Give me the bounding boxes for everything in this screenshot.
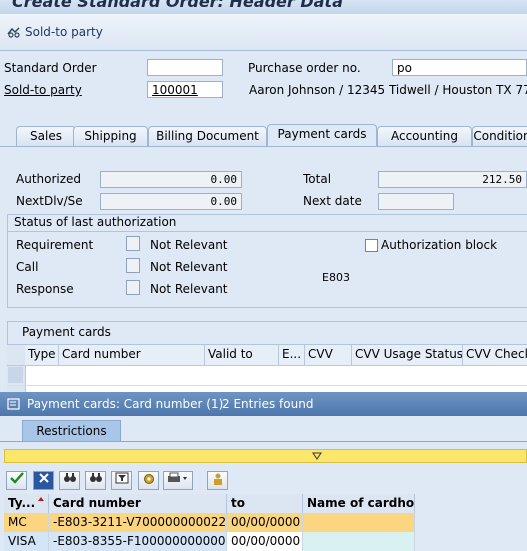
binoculars-icon <box>63 473 76 482</box>
response-indicator <box>126 280 140 295</box>
column-header-cvv-usage-status[interactable]: CVV Usage Status <box>352 345 463 365</box>
response-status: Not Relevant <box>150 282 228 296</box>
next-delivery-field: 0.00 <box>100 193 242 210</box>
find-button[interactable] <box>59 471 80 490</box>
sort-ascending-icon <box>38 497 44 501</box>
requirement-indicator <box>126 236 140 251</box>
authorization-block-checkbox[interactable]: Authorization block <box>365 238 497 252</box>
print-button[interactable] <box>163 471 193 490</box>
partner-icon <box>7 27 20 38</box>
checkmark-icon <box>9 472 24 484</box>
row-cell-name <box>303 532 415 551</box>
payment-cards-table: Type Card number Valid to E... CVV CVV U… <box>7 344 527 393</box>
tab-sales[interactable]: Sales <box>16 126 76 146</box>
authorized-label: Authorized <box>16 172 82 186</box>
authorized-field: 0.00 <box>100 171 242 188</box>
tab-shipping[interactable]: Shipping <box>73 126 148 146</box>
row-cell-card-number: -E803-3211-V7000000000222 <box>49 513 227 532</box>
column-header-valid-to[interactable]: Valid to <box>205 345 279 365</box>
row-cell-type: VISA <box>4 532 49 551</box>
filter-button[interactable] <box>111 471 132 490</box>
find-next-button[interactable] <box>85 471 106 490</box>
total-label: Total <box>303 172 332 186</box>
close-icon <box>38 473 49 483</box>
f4-popup-title-bar: Payment cards: Card number (1) 2 Entries… <box>0 392 527 416</box>
personal-list-button[interactable] <box>207 471 228 490</box>
tab-conditions[interactable]: Condition <box>472 126 527 146</box>
gear-icon <box>143 474 154 484</box>
call-status: Not Relevant <box>150 260 228 274</box>
grid-header-card-number[interactable]: Card number <box>49 494 227 513</box>
cancel-button[interactable] <box>33 471 54 490</box>
popup-title: Payment cards: Card number (1) <box>27 397 224 411</box>
confirm-button[interactable] <box>6 471 27 490</box>
payment-cards-table-title: Payment cards <box>22 325 111 339</box>
entries-found: 2 Entries found <box>222 397 314 411</box>
column-header-e[interactable]: E... <box>279 345 305 365</box>
total-field: 212.50 <box>378 171 527 188</box>
call-label: Call <box>16 260 39 274</box>
response-code: E803 <box>322 271 350 284</box>
row-cell-to: 00/00/0000 <box>227 513 303 532</box>
filter-icon <box>115 472 128 484</box>
sold-to-address: Aaron Johnson / 12345 Tidwell / Houston … <box>249 83 527 97</box>
response-label: Response <box>16 282 74 296</box>
grid-header-type[interactable]: Ty... <box>4 494 49 513</box>
next-date-field <box>378 193 454 210</box>
payment-cards-panel: Authorized 0.00 Total 212.50 NextDlv/Se … <box>0 146 527 393</box>
call-indicator <box>126 258 140 273</box>
row-cell-name <box>303 513 415 532</box>
authorization-block-label: Authorization block <box>381 238 498 252</box>
person-icon <box>213 473 222 485</box>
sold-to-party-value: 100001 <box>152 83 198 97</box>
grid-header-cardholder-name[interactable]: Name of cardhol... <box>303 494 415 513</box>
tab-billing-document[interactable]: Billing Document <box>148 126 267 146</box>
sold-to-party-field[interactable]: 100001 <box>147 81 223 98</box>
grid-header-to[interactable]: to <box>227 494 303 513</box>
requirement-status: Not Relevant <box>150 238 228 252</box>
checkbox-icon <box>365 238 378 252</box>
next-delivery-label: NextDlv/Se <box>16 194 83 208</box>
purchase-order-label: Purchase order no. <box>248 61 361 75</box>
standard-order-field[interactable] <box>147 59 223 76</box>
sold-to-party-link[interactable]: Sold-to party <box>4 83 82 97</box>
grid-header-type-label: Ty... <box>8 496 36 510</box>
row-selector[interactable] <box>8 367 23 383</box>
popup-window-icon <box>7 398 20 410</box>
restrictions-tab[interactable]: Restrictions <box>22 420 121 441</box>
row-cell-card-number: -E803-8355-F1000000000007 <box>49 532 227 551</box>
print-icon <box>168 472 187 482</box>
tab-accounting[interactable]: Accounting <box>377 126 472 146</box>
tab-strip: Sales Shipping Billing Document Payment … <box>0 124 527 146</box>
authorization-status-group: Status of last authorization <box>7 214 527 308</box>
window-title-bar: Create Standard Order: Header Data <box>0 0 527 14</box>
authorization-status-title: Status of last authorization <box>14 215 177 229</box>
column-header-card-number[interactable]: Card number <box>59 345 205 365</box>
sold-to-party-button-label: Sold-to party <box>25 25 103 39</box>
window-title: Create Standard Order: Header Data <box>12 0 343 11</box>
settings-button[interactable] <box>138 471 159 490</box>
column-header-type[interactable]: Type <box>25 345 59 365</box>
purchase-order-field[interactable]: po <box>392 59 527 76</box>
standard-order-label: Standard Order <box>4 61 97 75</box>
column-header-cvv-check[interactable]: CVV Check <box>463 345 527 365</box>
sold-to-party-button[interactable]: Sold-to party <box>6 25 103 39</box>
hit-list-toolbar <box>0 468 527 494</box>
expand-down-icon <box>312 452 322 460</box>
tab-payment-cards[interactable]: Payment cards <box>267 124 377 146</box>
restrictions-toggle-bar[interactable] <box>4 449 527 463</box>
application-toolbar: Sold-to party <box>0 14 527 51</box>
next-date-label: Next date <box>303 194 362 208</box>
row-cell-to: 00/00/0000 <box>227 532 303 551</box>
binoculars-plus-icon <box>89 473 102 482</box>
column-header-cvv[interactable]: CVV <box>305 345 352 365</box>
requirement-label: Requirement <box>16 238 94 252</box>
row-cell-type: MC <box>4 513 49 532</box>
